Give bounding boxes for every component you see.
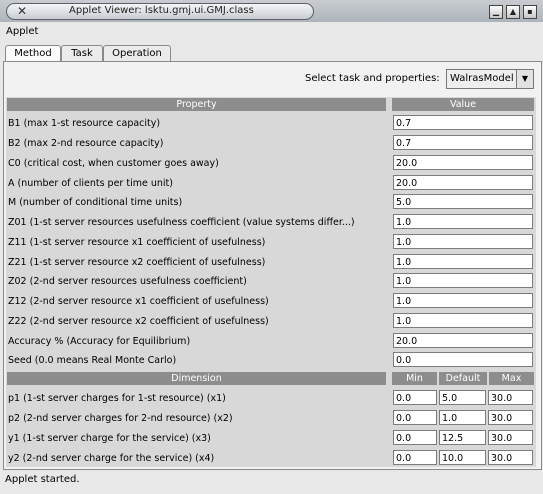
dimension-default-y2[interactable]: 10.0: [439, 450, 486, 465]
task-select[interactable]: WalrasModel ▼: [446, 69, 534, 89]
dimension-max-p1[interactable]: 30.0: [488, 390, 533, 405]
property-value-seed[interactable]: 0.0: [393, 352, 533, 367]
dimension-label-y2: y2 (2-nd server charge for the service) …: [8, 453, 215, 464]
dimension-max-p2[interactable]: 30.0: [488, 410, 533, 425]
property-label-z12: Z12 (2-nd server resource x1 coefficient…: [8, 296, 269, 307]
property-value-z21[interactable]: 1.0: [393, 254, 533, 269]
property-label-b2: B2 (max 2-nd resource capacity): [8, 138, 164, 149]
dimension-header: Dimension: [7, 372, 386, 385]
property-value-z22[interactable]: 1.0: [393, 313, 533, 328]
window-title-pill: ✕ Applet Viewer: lsktu.gmj.ui.GMJ.class: [6, 3, 314, 20]
dimension-min-y2[interactable]: 0.0: [393, 450, 437, 465]
tab-operation[interactable]: Operation: [103, 45, 171, 62]
app-close-icon[interactable]: ✕: [17, 4, 27, 18]
status-bar: Applet started.: [0, 470, 543, 494]
dimension-label-p2: p2 (2-nd server charges for 2-nd resourc…: [8, 413, 233, 424]
property-value-z02[interactable]: 1.0: [393, 273, 533, 288]
minimize-button[interactable]: ▁: [489, 5, 503, 19]
dimension-min-y1[interactable]: 0.0: [393, 430, 437, 445]
dimension-label-p1: p1 (1-st server charges for 1-st resourc…: [8, 393, 226, 404]
menu-bar: Applet: [0, 22, 543, 42]
menu-applet[interactable]: Applet: [6, 26, 38, 37]
task-select-label: Select task and properties:: [305, 73, 440, 84]
property-label-z22: Z22 (2-nd server resource x2 coefficient…: [8, 316, 269, 327]
property-label-z01: Z01 (1-st server resources usefulness co…: [8, 217, 355, 228]
property-value-b1[interactable]: 0.7: [393, 115, 533, 130]
tab-method[interactable]: Method: [5, 45, 61, 62]
property-value-z01[interactable]: 1.0: [393, 214, 533, 229]
dimension-min-p1[interactable]: 0.0: [393, 390, 437, 405]
max-header: Max: [489, 372, 534, 385]
dimension-min-p2[interactable]: 0.0: [393, 410, 437, 425]
property-label-z02: Z02 (2-nd server resources usefulness co…: [8, 276, 247, 287]
dimension-max-y2[interactable]: 30.0: [488, 450, 533, 465]
maximize-button[interactable]: ▲: [506, 5, 520, 19]
chevron-down-icon[interactable]: ▼: [516, 70, 533, 88]
close-window-button[interactable]: ▪: [523, 5, 537, 19]
status-text: Applet started.: [5, 474, 80, 485]
default-header: Default: [439, 372, 487, 385]
property-value-c0[interactable]: 20.0: [393, 155, 533, 170]
property-value-m[interactable]: 5.0: [393, 194, 533, 209]
property-label-m: M (number of conditional time units): [8, 197, 183, 208]
task-select-value: WalrasModel: [450, 73, 514, 84]
property-label-a: A (number of clients per time unit): [8, 178, 173, 189]
property-label-z11: Z11 (1-st server resource x1 coefficient…: [8, 237, 266, 248]
property-value-b2[interactable]: 0.7: [393, 135, 533, 150]
dimension-max-y1[interactable]: 30.0: [488, 430, 533, 445]
property-label-z21: Z21 (1-st server resource x2 coefficient…: [8, 257, 266, 268]
property-header: Property: [7, 98, 386, 111]
dimension-default-p2[interactable]: 1.0: [439, 410, 486, 425]
property-value-z12[interactable]: 1.0: [393, 293, 533, 308]
dimension-default-y1[interactable]: 12.5: [439, 430, 486, 445]
property-label-b1: B1 (max 1-st resource capacity): [8, 118, 161, 129]
dimension-label-y1: y1 (1-st server charge for the service) …: [8, 433, 211, 444]
value-header: Value: [392, 98, 534, 111]
property-value-z11[interactable]: 1.0: [393, 234, 533, 249]
window-titlebar[interactable]: ✕ Applet Viewer: lsktu.gmj.ui.GMJ.class …: [0, 0, 543, 22]
property-value-a[interactable]: 20.0: [393, 175, 533, 190]
property-value-accuracy[interactable]: 20.0: [393, 333, 533, 348]
property-label-accuracy: Accuracy % (Accuracy for Equilibrium): [8, 336, 191, 347]
tab-task[interactable]: Task: [61, 45, 103, 62]
dimension-default-p1[interactable]: 5.0: [439, 390, 486, 405]
min-header: Min: [392, 372, 437, 385]
property-label-c0: C0 (critical cost, when customer goes aw…: [8, 158, 219, 169]
property-label-seed: Seed (0.0 means Real Monte Carlo): [8, 355, 177, 366]
window-title: Applet Viewer: lsktu.gmj.ui.GMJ.class: [69, 5, 254, 16]
